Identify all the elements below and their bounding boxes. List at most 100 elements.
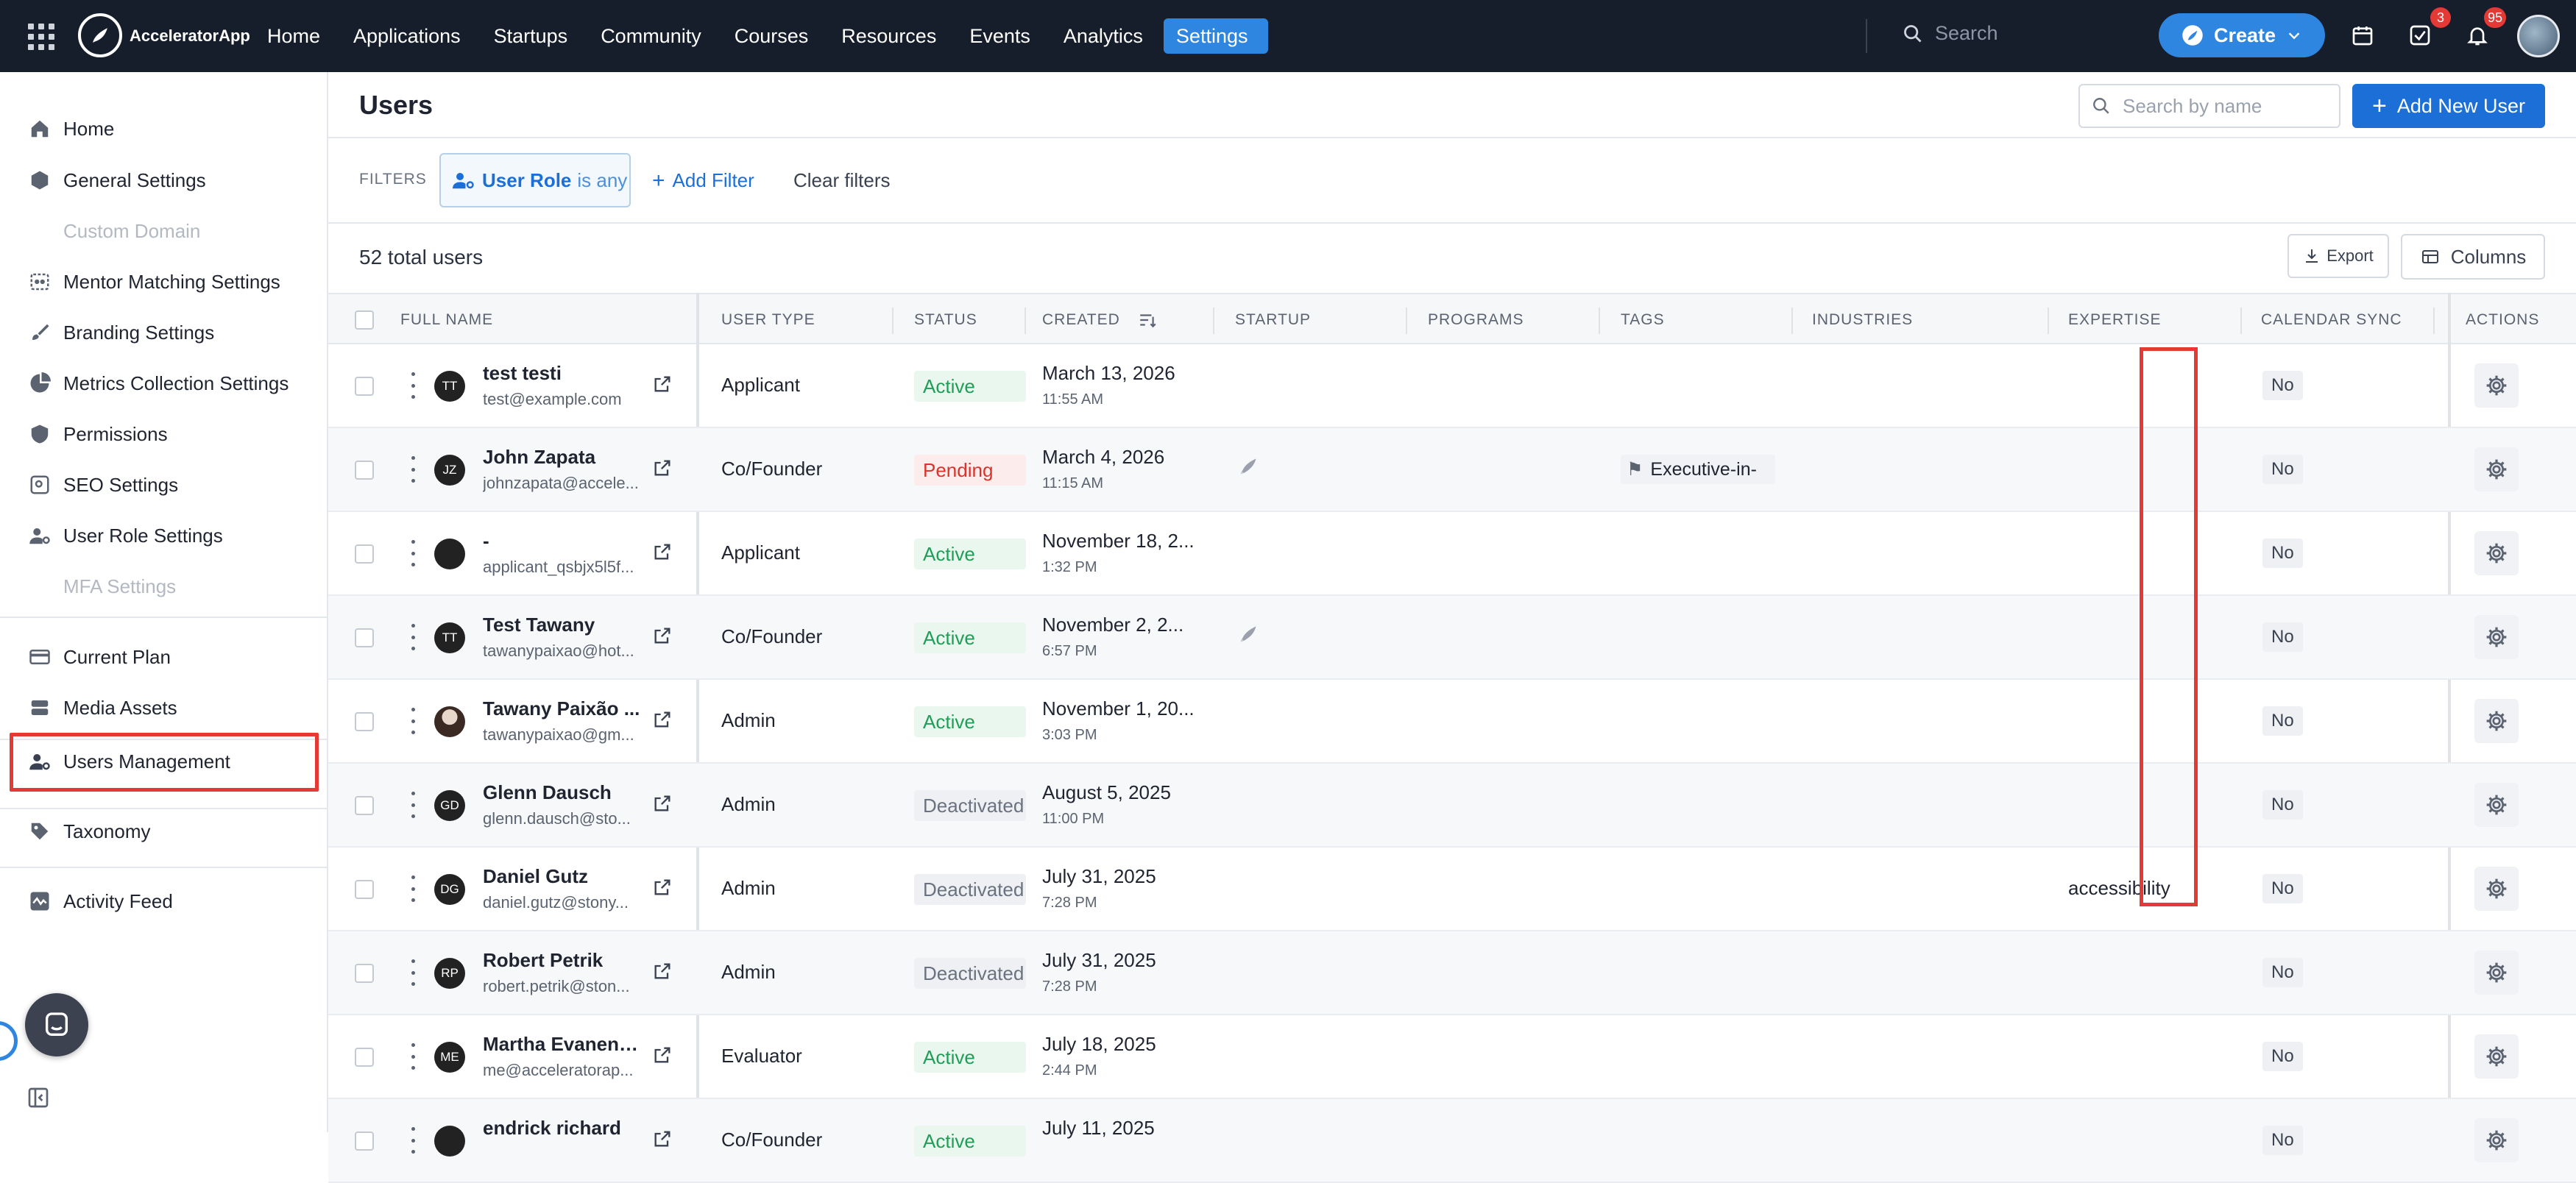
external-link-icon[interactable] [652, 961, 673, 985]
calendar-icon[interactable] [2348, 21, 2377, 50]
create-button[interactable]: Create [2159, 13, 2325, 57]
header-status[interactable]: STATUS [914, 294, 977, 346]
nav-applications[interactable]: Applications [341, 18, 481, 54]
table-row[interactable]: Tawany Paixão ... tawanypaixao@gm... Admin… [328, 680, 2576, 764]
external-link-icon[interactable] [652, 458, 673, 482]
header-expertise[interactable]: EXPERTISE [2068, 294, 2162, 346]
table-row[interactable]: ME Martha Evanens... me@acceleratorap... Ev… [328, 1015, 2576, 1099]
table-row[interactable]: - applicant_qsbjx5l5f... Applicant Active No… [328, 512, 2576, 596]
user-name[interactable]: test testi [483, 362, 640, 385]
row-settings-gear-icon[interactable] [2474, 783, 2519, 827]
sidebar-item-seo[interactable]: SEO Settings [28, 466, 178, 503]
sidebar-item-branding[interactable]: Branding Settings [28, 314, 214, 351]
add-filter-button[interactable]: + Add Filter [652, 169, 754, 192]
sidebar-item-mentor-matching[interactable]: Mentor Matching Settings [28, 263, 280, 300]
row-settings-gear-icon[interactable] [2474, 363, 2519, 408]
external-link-icon[interactable] [652, 877, 673, 901]
more-vertical-icon[interactable] [409, 456, 417, 483]
table-row[interactable]: GD Glenn Dausch glenn.dausch@sto... Admin De… [328, 764, 2576, 848]
row-settings-gear-icon[interactable] [2474, 531, 2519, 575]
external-link-icon[interactable] [652, 709, 673, 733]
sidebar-item-metrics-collection[interactable]: Metrics Collection Settings [28, 365, 289, 402]
tasks-icon[interactable] [2405, 21, 2435, 50]
row-checkbox[interactable] [355, 964, 374, 983]
row-settings-gear-icon[interactable] [2474, 615, 2519, 659]
rocket-logo-icon[interactable] [78, 13, 122, 57]
sidebar-item-permissions[interactable]: Permissions [28, 416, 168, 452]
header-startup[interactable]: STARTUP [1235, 294, 1311, 346]
more-vertical-icon[interactable] [409, 959, 417, 986]
chat-bubble-icon[interactable] [25, 993, 88, 1056]
header-industries[interactable]: INDUSTRIES [1812, 294, 1913, 346]
nav-events[interactable]: Events [957, 18, 1051, 54]
sidebar-item-media-assets[interactable]: Media Assets [28, 689, 177, 726]
row-checkbox[interactable] [355, 1048, 374, 1067]
more-vertical-icon[interactable] [409, 624, 417, 650]
row-checkbox[interactable] [355, 712, 374, 731]
row-checkbox[interactable] [355, 1132, 374, 1151]
row-settings-gear-icon[interactable] [2474, 867, 2519, 911]
startup-rocket-icon[interactable] [1235, 453, 1262, 483]
nav-courses[interactable]: Courses [722, 18, 829, 54]
user-name[interactable]: Tawany Paixão ... [483, 697, 640, 720]
header-programs[interactable]: PROGRAMS [1428, 294, 1524, 346]
sidebar-item-current-plan[interactable]: Current Plan [28, 639, 171, 675]
more-vertical-icon[interactable] [409, 1043, 417, 1070]
row-checkbox[interactable] [355, 796, 374, 815]
user-name[interactable]: Martha Evanens... [483, 1033, 640, 1056]
table-row[interactable]: TT test testi test@example.com Applicant Act… [328, 344, 2576, 428]
row-checkbox[interactable] [355, 880, 374, 899]
nav-home[interactable]: Home [255, 18, 341, 54]
select-all-checkbox[interactable] [355, 310, 374, 330]
more-vertical-icon[interactable] [409, 875, 417, 902]
user-name[interactable]: John Zapata [483, 446, 640, 469]
row-checkbox[interactable] [355, 544, 374, 564]
nav-resources[interactable]: Resources [829, 18, 957, 54]
nav-community[interactable]: Community [588, 18, 722, 54]
app-grid-icon[interactable] [28, 24, 54, 50]
row-settings-gear-icon[interactable] [2474, 699, 2519, 743]
header-tags[interactable]: TAGS [1621, 294, 1665, 346]
user-name[interactable]: Daniel Gutz [483, 865, 640, 888]
row-settings-gear-icon[interactable] [2474, 1118, 2519, 1162]
row-settings-gear-icon[interactable] [2474, 1034, 2519, 1079]
table-row[interactable]: DG Daniel Gutz daniel.gutz@stony... Admin De… [328, 848, 2576, 931]
table-row[interactable]: TT Test Tawany tawanypaixao@hot... Co/Found… [328, 596, 2576, 680]
nav-settings[interactable]: Settings [1163, 18, 1269, 54]
sort-icon[interactable] [1138, 310, 1157, 330]
header-calendar-sync[interactable]: CALENDAR SYNC [2261, 294, 2402, 346]
nav-analytics[interactable]: Analytics [1051, 18, 1164, 54]
external-link-icon[interactable] [652, 625, 673, 650]
external-link-icon[interactable] [652, 374, 673, 398]
row-settings-gear-icon[interactable] [2474, 447, 2519, 491]
global-search[interactable]: Search [1903, 22, 1998, 45]
row-checkbox[interactable] [355, 461, 374, 480]
collapse-sidebar-icon[interactable] [26, 1086, 50, 1109]
table-row[interactable]: endrick richard Co/Founder Active July 11, … [328, 1099, 2576, 1183]
more-vertical-icon[interactable] [409, 792, 417, 818]
user-name[interactable]: endrick richard [483, 1117, 640, 1140]
more-vertical-icon[interactable] [409, 708, 417, 734]
user-role-filter-chip[interactable]: User Role is any [439, 153, 631, 207]
external-link-icon[interactable] [652, 793, 673, 817]
profile-avatar[interactable] [2517, 15, 2560, 57]
more-vertical-icon[interactable] [409, 540, 417, 566]
external-link-icon[interactable] [652, 1045, 673, 1069]
search-input[interactable]: Search by name [2078, 84, 2340, 128]
sidebar-item-general-settings[interactable]: General Settings [28, 162, 206, 199]
user-name[interactable]: Robert Petrik [483, 949, 640, 972]
more-vertical-icon[interactable] [409, 372, 417, 399]
header-user-type[interactable]: USER TYPE [721, 294, 815, 346]
user-name[interactable]: Glenn Dausch [483, 781, 640, 804]
user-name[interactable]: - [483, 530, 640, 553]
help-ring[interactable] [0, 1021, 18, 1061]
external-link-icon[interactable] [652, 541, 673, 566]
header-created[interactable]: CREATED [1042, 294, 1120, 346]
header-full-name[interactable]: FULL NAME [400, 294, 493, 346]
nav-startups[interactable]: Startups [481, 18, 589, 54]
sidebar-item-user-role[interactable]: User Role Settings [28, 517, 223, 554]
row-settings-gear-icon[interactable] [2474, 951, 2519, 995]
sidebar-item-taxonomy[interactable]: Taxonomy [28, 813, 151, 850]
clear-filters-button[interactable]: Clear filters [793, 169, 890, 192]
columns-button[interactable]: Columns [2401, 234, 2545, 280]
